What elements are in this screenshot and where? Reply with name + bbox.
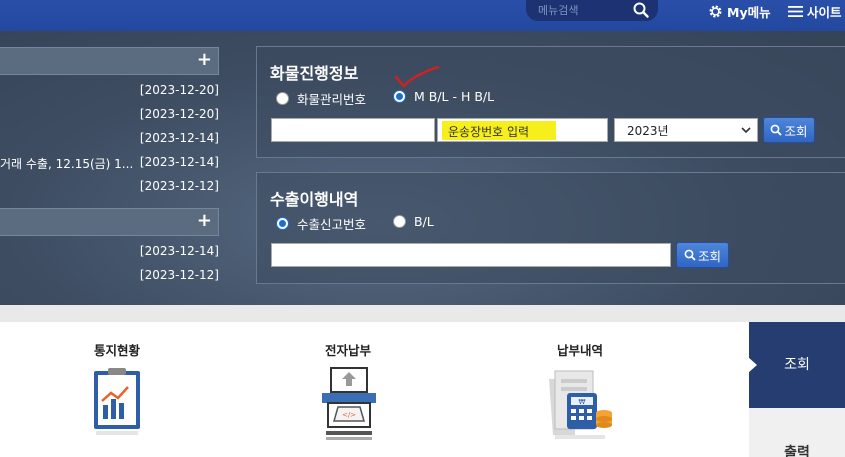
- notice-date: [2023-12-20]: [139, 83, 219, 97]
- notice-header-2: +: [0, 208, 219, 236]
- radio-bl-number[interactable]: M B/L - H B/L: [393, 89, 494, 104]
- waybill-placeholder: 운송장번호 입력: [448, 125, 530, 139]
- service-label-payment-history: 납부내역: [556, 343, 603, 358]
- more-button[interactable]: +: [197, 49, 212, 70]
- cargo-number-input[interactable]: [271, 118, 435, 142]
- export-number-input[interactable]: [271, 243, 671, 267]
- radio-cargo-number[interactable]: 화물관리번호: [276, 89, 366, 108]
- my-menu-link[interactable]: My메뉴: [708, 3, 771, 20]
- search-icon: [771, 124, 783, 136]
- svg-text:</>: </>: [342, 411, 356, 419]
- more-button[interactable]: +: [197, 210, 212, 231]
- svg-text:₩: ₩: [579, 398, 586, 406]
- sitemap-label: 사이트: [807, 4, 842, 20]
- search-icon: [684, 249, 696, 261]
- service-label-notice: 통지현황: [93, 343, 140, 358]
- tab-inquiry[interactable]: 조회: [748, 322, 845, 408]
- notice-item[interactable]: [2023-12-20]: [0, 82, 219, 100]
- notice-title: 거래 수출, 12.15(금) 1...: [0, 157, 134, 171]
- search-icon[interactable]: [632, 1, 650, 19]
- year-select[interactable]: 2023년: [614, 118, 758, 142]
- payment-history-icon[interactable]: ₩: [545, 365, 615, 445]
- year-value: 2023년: [627, 123, 669, 138]
- notice-item[interactable]: [2023-12-12]: [0, 178, 219, 196]
- notice-date: [2023-12-14]: [139, 155, 219, 169]
- service-label-epayment: 전자납부: [324, 343, 371, 358]
- chevron-down-icon: [741, 127, 751, 134]
- radio-button[interactable]: [393, 215, 406, 228]
- notice-item[interactable]: [2023-12-14]: [0, 243, 219, 261]
- report-chart-icon[interactable]: [90, 365, 146, 445]
- notice-date: [2023-12-12]: [139, 268, 219, 282]
- my-menu-label: My메뉴: [727, 4, 771, 20]
- radio-button-selected[interactable]: [393, 90, 406, 103]
- notice-date: [2023-12-14]: [139, 244, 219, 258]
- red-check-annotation: [394, 66, 440, 88]
- search-label: 조회: [784, 123, 808, 139]
- radio-button-selected[interactable]: [276, 217, 289, 230]
- tab-print-label: 출력: [784, 445, 810, 457]
- menu-search-input[interactable]: [538, 0, 634, 20]
- radio-export-bl[interactable]: B/L: [393, 214, 434, 229]
- export-search-button[interactable]: 조회: [676, 242, 729, 268]
- tab-inquiry-label: 조회: [784, 357, 810, 373]
- hamburger-menu-icon: [788, 5, 803, 17]
- notice-date: [2023-12-14]: [139, 131, 219, 145]
- search-label: 조회: [697, 248, 721, 264]
- notice-date: [2023-12-12]: [139, 179, 219, 193]
- section-divider: [0, 305, 845, 322]
- notice-header-1: +: [0, 47, 219, 75]
- export-history-title: 수출이행내역: [270, 190, 359, 209]
- notice-item[interactable]: [2023-12-20]: [0, 106, 219, 124]
- radio-label: 화물관리번호: [297, 92, 367, 107]
- gear-icon: [709, 5, 722, 17]
- sitemap-link[interactable]: 사이트: [788, 3, 842, 20]
- notice-item[interactable]: 거래 수출, 12.15(금) 1... [2023-12-14]: [0, 154, 219, 172]
- notice-item[interactable]: [2023-12-12]: [0, 267, 219, 285]
- electronic-payment-icon[interactable]: </>: [318, 365, 382, 445]
- tab-print[interactable]: 출력: [749, 408, 845, 457]
- cargo-tracking-title: 화물진행정보: [270, 64, 359, 83]
- notice-date: [2023-12-20]: [139, 107, 219, 121]
- notice-item[interactable]: [2023-12-14]: [0, 130, 219, 148]
- radio-export-declaration[interactable]: 수출신고번호: [276, 214, 366, 233]
- waybill-number-input[interactable]: 운송장번호 입력: [437, 118, 608, 142]
- radio-button[interactable]: [276, 92, 289, 105]
- cargo-search-button[interactable]: 조회: [763, 117, 815, 143]
- radio-label: 수출신고번호: [297, 217, 367, 232]
- radio-label: B/L: [414, 214, 434, 229]
- radio-label: M B/L - H B/L: [414, 89, 495, 104]
